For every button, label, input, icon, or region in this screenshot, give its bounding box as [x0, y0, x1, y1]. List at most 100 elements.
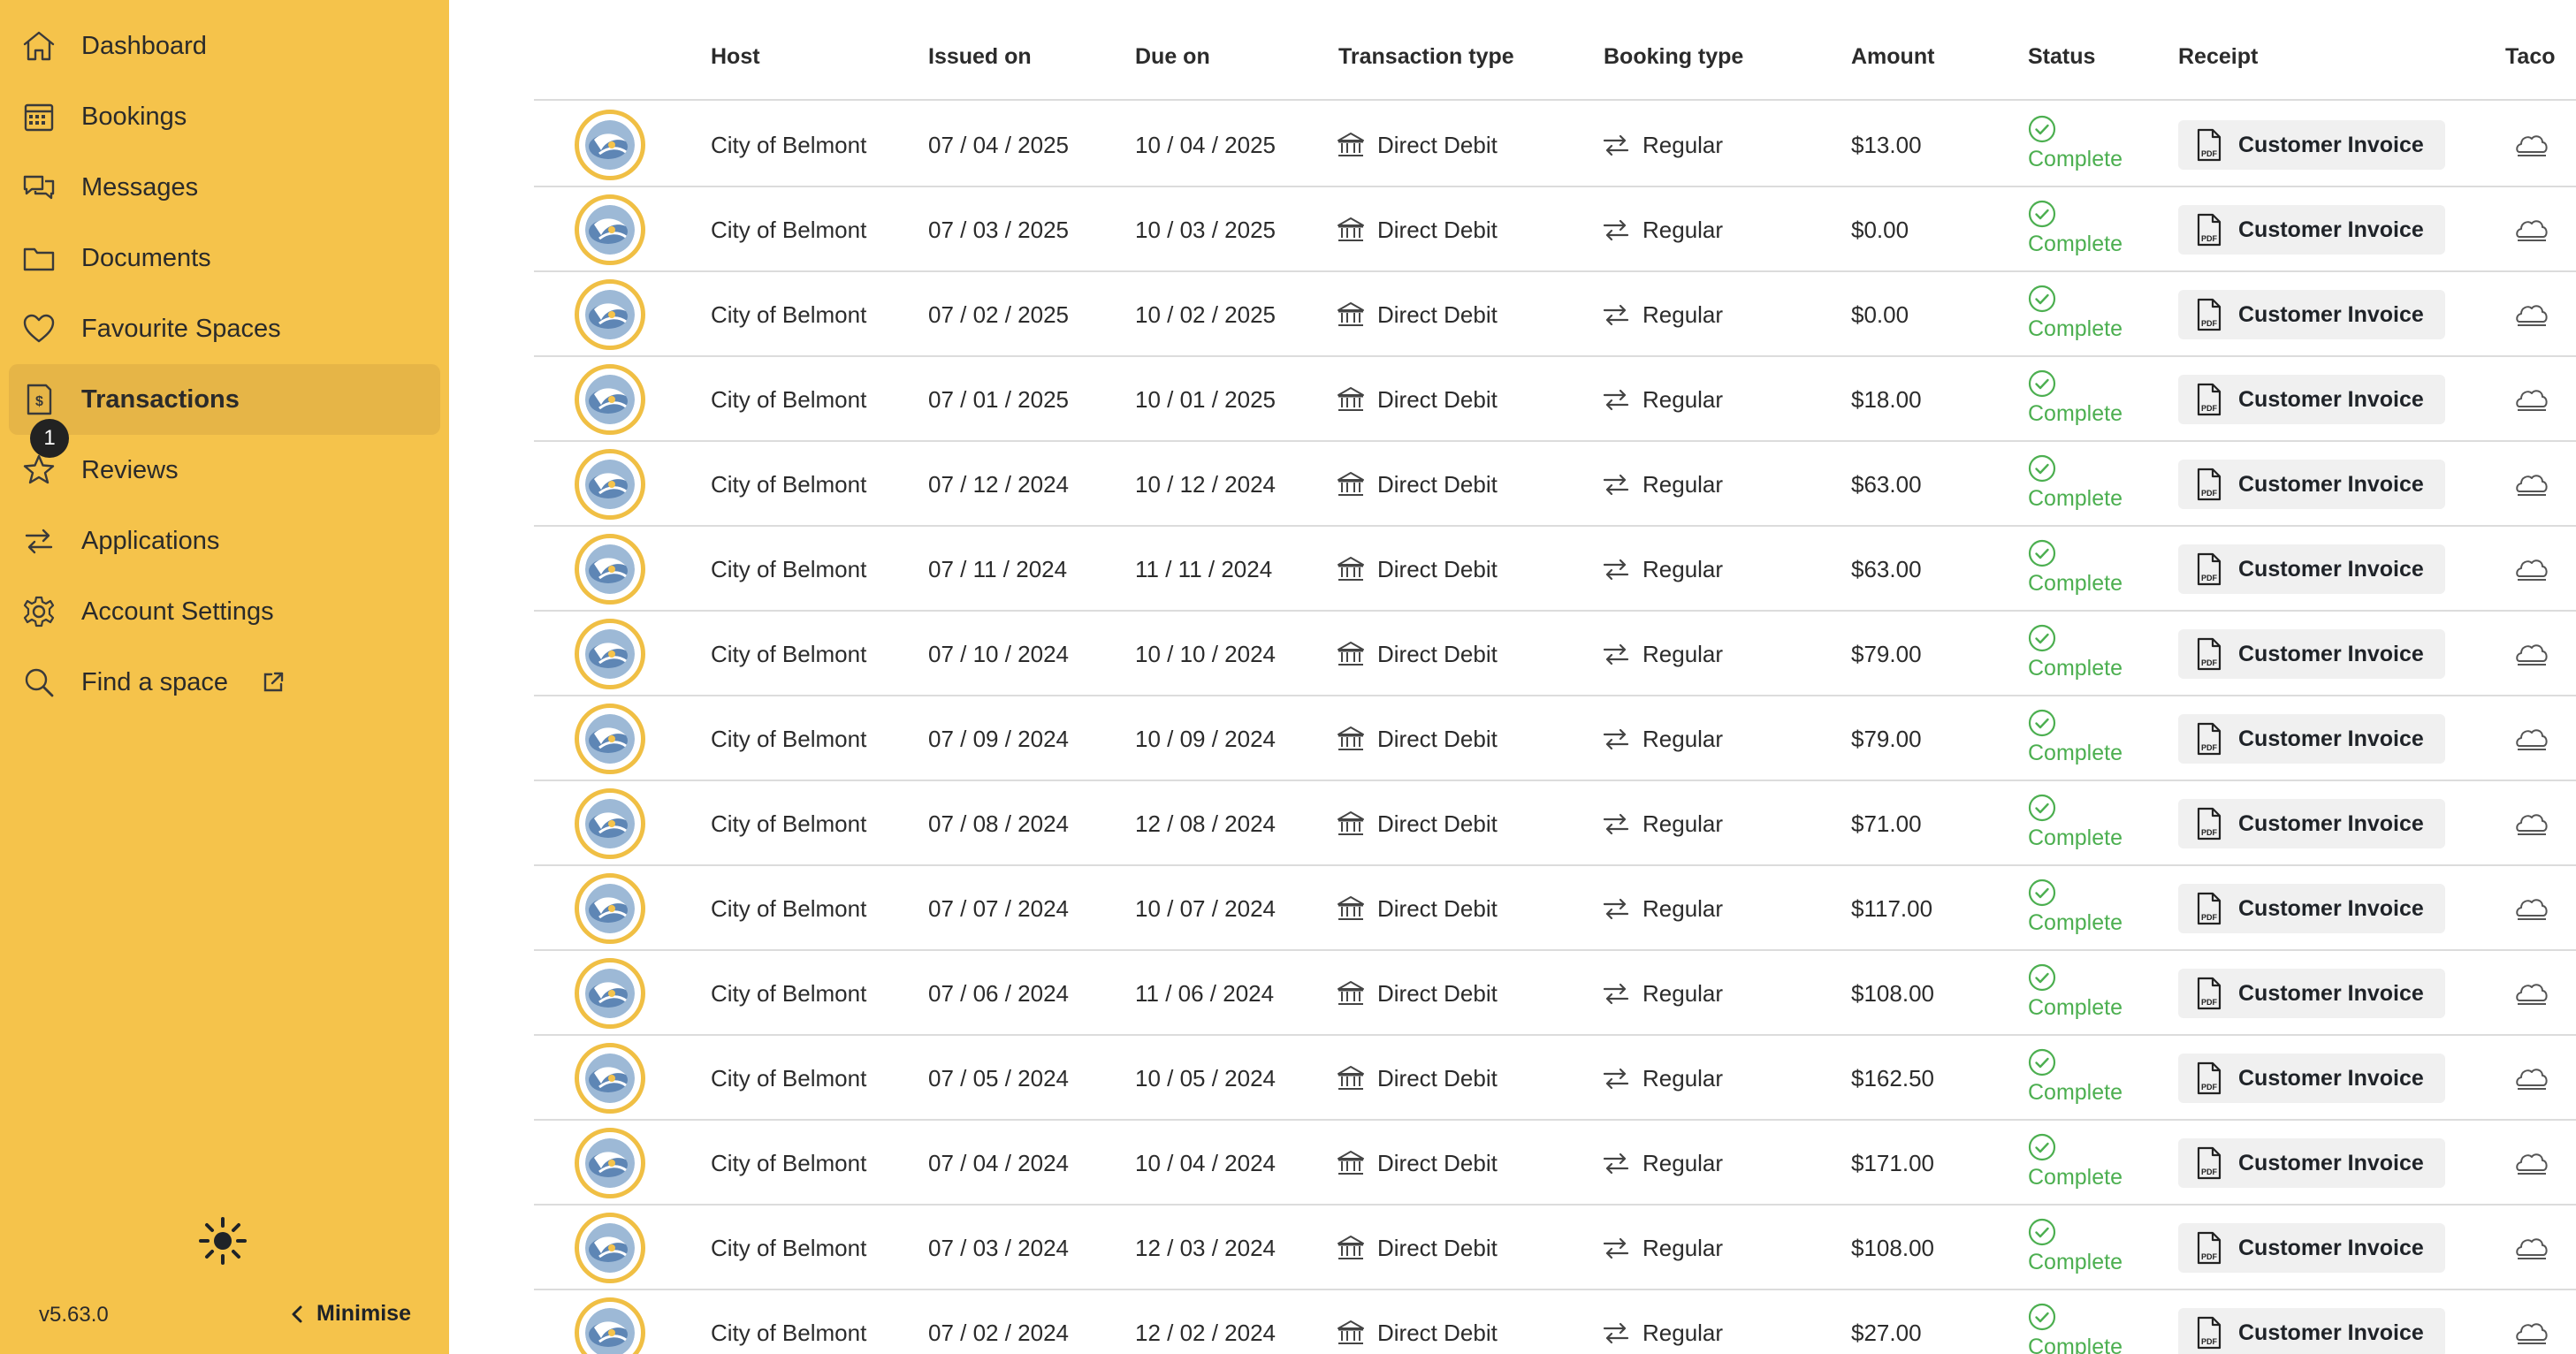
host-avatar[interactable]	[575, 110, 645, 180]
sidebar-item-applications[interactable]: Applications	[9, 506, 440, 576]
host-name[interactable]: City of Belmont	[711, 1121, 866, 1206]
pdf-file-icon: PDF	[2197, 552, 2222, 586]
booking-type-cell: Regular	[1600, 612, 1723, 696]
customer-invoice-button[interactable]: PDF Customer Invoice	[2178, 1223, 2445, 1273]
sidebar-item-dashboard[interactable]: Dashboard	[9, 11, 440, 81]
host-name[interactable]: City of Belmont	[711, 951, 866, 1036]
customer-invoice-button[interactable]: PDF Customer Invoice	[2178, 714, 2445, 764]
taco-cloud-icon[interactable]	[2514, 977, 2549, 1009]
customer-invoice-button[interactable]: PDF Customer Invoice	[2178, 1138, 2445, 1188]
pdf-file-icon: PDF	[2197, 383, 2222, 416]
taco-cloud-icon[interactable]	[2514, 723, 2549, 755]
customer-invoice-button[interactable]: PDF Customer Invoice	[2178, 799, 2445, 848]
receipt-label: Customer Invoice	[2238, 471, 2424, 497]
pdf-file-icon: PDF	[2197, 298, 2222, 331]
column-header-due-on[interactable]: Due on	[1135, 44, 1210, 70]
taco-cloud-icon[interactable]	[2514, 638, 2549, 670]
column-header-taco[interactable]: Taco	[2505, 44, 2556, 70]
taco-cloud-icon[interactable]	[2514, 214, 2549, 246]
host-name[interactable]: City of Belmont	[711, 1290, 866, 1354]
column-header-transaction-type[interactable]: Transaction type	[1338, 44, 1514, 70]
bank-icon	[1338, 217, 1364, 241]
amount-value: $63.00	[1851, 555, 1922, 582]
booking-type-cell: Regular	[1600, 951, 1723, 1036]
customer-invoice-button[interactable]: PDF Customer Invoice	[2178, 120, 2445, 170]
receipt-label: Customer Invoice	[2238, 726, 2424, 751]
sidebar-item-documents[interactable]: Documents	[9, 223, 440, 293]
status-badge: Complete	[2028, 709, 2123, 766]
sidebar-item-messages[interactable]: Messages	[9, 152, 440, 223]
status-label: Complete	[2028, 995, 2123, 1020]
taco-cloud-icon[interactable]	[2514, 1147, 2549, 1179]
taco-cloud-icon[interactable]	[2514, 1062, 2549, 1094]
taco-cloud-icon[interactable]	[2514, 384, 2549, 415]
host-avatar[interactable]	[575, 449, 645, 520]
host-name[interactable]: City of Belmont	[711, 1206, 866, 1290]
column-header-issued-on[interactable]: Issued on	[928, 44, 1032, 70]
host-name[interactable]: City of Belmont	[711, 442, 866, 527]
sidebar-item-transactions[interactable]: $ Transactions	[9, 364, 440, 435]
recurring-swap-icon	[1603, 813, 1629, 835]
customer-invoice-button[interactable]: PDF Customer Invoice	[2178, 1308, 2445, 1354]
sidebar-item-account-settings[interactable]: Account Settings	[9, 576, 440, 647]
host-avatar[interactable]	[575, 619, 645, 689]
pdf-file-icon: PDF	[2197, 1061, 2222, 1095]
host-avatar[interactable]	[575, 534, 645, 605]
amount-value: $108.00	[1851, 979, 1934, 1007]
column-header-status[interactable]: Status	[2028, 44, 2095, 70]
taco-cloud-icon[interactable]	[2514, 299, 2549, 331]
host-name[interactable]: City of Belmont	[711, 272, 866, 357]
taco-cloud-icon[interactable]	[2514, 1317, 2549, 1349]
check-circle-icon	[2028, 539, 2056, 567]
host-name[interactable]: City of Belmont	[711, 1036, 866, 1121]
column-header-booking-type[interactable]: Booking type	[1604, 44, 1743, 70]
due-date: 10 / 04 / 2025	[1135, 131, 1277, 158]
sidebar-item-reviews[interactable]: Reviews 1	[9, 419, 440, 506]
minimise-button[interactable]: Minimise	[290, 1301, 411, 1327]
customer-invoice-button[interactable]: PDF Customer Invoice	[2178, 375, 2445, 424]
column-header-amount[interactable]: Amount	[1851, 44, 1934, 70]
customer-invoice-button[interactable]: PDF Customer Invoice	[2178, 544, 2445, 594]
pdf-file-icon: PDF	[2197, 128, 2222, 162]
host-avatar[interactable]	[575, 958, 645, 1029]
host-avatar[interactable]	[575, 788, 645, 859]
host-avatar[interactable]	[575, 1213, 645, 1283]
host-avatar[interactable]	[575, 364, 645, 435]
host-name[interactable]: City of Belmont	[711, 696, 866, 781]
taco-cloud-icon[interactable]	[2514, 808, 2549, 840]
taco-cloud-icon[interactable]	[2514, 553, 2549, 585]
sidebar-item-find-a-space[interactable]: Find a space	[9, 647, 440, 718]
sidebar: Dashboard Bookings Messages Documents Favour…	[0, 0, 449, 1354]
customer-invoice-button[interactable]: PDF Customer Invoice	[2178, 460, 2445, 509]
customer-invoice-button[interactable]: PDF Customer Invoice	[2178, 205, 2445, 255]
column-header-host[interactable]: Host	[711, 44, 760, 70]
customer-invoice-button[interactable]: PDF Customer Invoice	[2178, 1054, 2445, 1103]
host-name[interactable]: City of Belmont	[711, 527, 866, 612]
taco-cloud-icon[interactable]	[2514, 893, 2549, 924]
host-avatar[interactable]	[575, 279, 645, 350]
taco-cloud-icon[interactable]	[2514, 129, 2549, 161]
sidebar-item-bookings[interactable]: Bookings	[9, 81, 440, 152]
status-badge: Complete	[2028, 879, 2123, 936]
host-avatar[interactable]	[575, 1297, 645, 1354]
host-name[interactable]: City of Belmont	[711, 187, 866, 272]
host-name[interactable]: City of Belmont	[711, 103, 866, 187]
customer-invoice-button[interactable]: PDF Customer Invoice	[2178, 629, 2445, 679]
host-name[interactable]: City of Belmont	[711, 357, 866, 442]
host-avatar[interactable]	[575, 873, 645, 944]
theme-toggle-sun-icon[interactable]	[198, 1216, 248, 1266]
host-avatar[interactable]	[575, 194, 645, 265]
host-name[interactable]: City of Belmont	[711, 866, 866, 951]
customer-invoice-button[interactable]: PDF Customer Invoice	[2178, 969, 2445, 1018]
taco-cloud-icon[interactable]	[2514, 1232, 2549, 1264]
column-header-receipt[interactable]: Receipt	[2178, 44, 2258, 70]
host-avatar[interactable]	[575, 704, 645, 774]
host-avatar[interactable]	[575, 1043, 645, 1114]
sidebar-item-favourite-spaces[interactable]: Favourite Spaces	[9, 293, 440, 364]
taco-cloud-icon[interactable]	[2514, 468, 2549, 500]
customer-invoice-button[interactable]: PDF Customer Invoice	[2178, 290, 2445, 339]
customer-invoice-button[interactable]: PDF Customer Invoice	[2178, 884, 2445, 933]
host-name[interactable]: City of Belmont	[711, 612, 866, 696]
host-name[interactable]: City of Belmont	[711, 781, 866, 866]
host-avatar[interactable]	[575, 1128, 645, 1198]
